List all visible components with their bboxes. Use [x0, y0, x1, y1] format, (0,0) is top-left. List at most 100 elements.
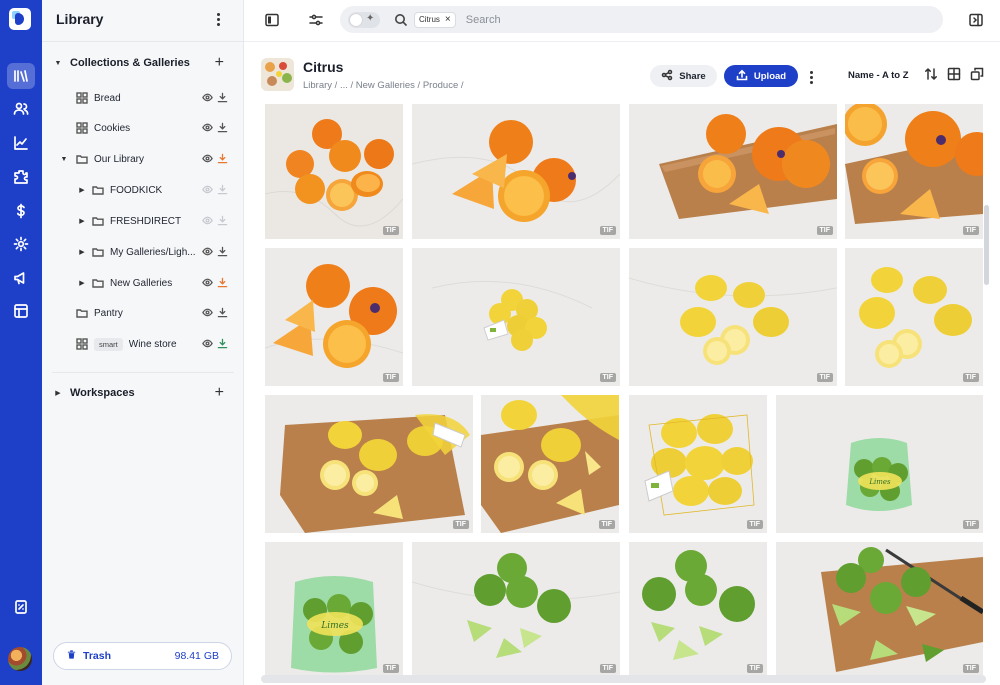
- asset-tile[interactable]: Limes TIF: [776, 395, 983, 533]
- asset-tile[interactable]: TIF: [629, 104, 837, 239]
- billing-nav-icon[interactable]: [7, 198, 35, 224]
- add-collection-plus-icon[interactable]: +: [215, 55, 224, 71]
- trash-button[interactable]: Trash 98.41 GB: [53, 642, 232, 670]
- search-input[interactable]: [465, 13, 766, 26]
- download-icon[interactable]: [217, 153, 228, 167]
- asset-tile[interactable]: TIF: [265, 104, 403, 239]
- users-nav-icon[interactable]: [7, 96, 35, 122]
- asset-tile[interactable]: TIF: [412, 248, 620, 386]
- chevron-right-icon[interactable]: ▶: [78, 248, 86, 256]
- chevron-down-icon[interactable]: ▼: [54, 60, 62, 67]
- chip-label: Citrus: [419, 15, 440, 24]
- chevron-right-icon[interactable]: ▶: [78, 279, 86, 287]
- top-bar: ✦ Citrus ×: [244, 0, 1000, 42]
- chevron-right-icon[interactable]: ▶: [54, 389, 62, 397]
- eye-icon[interactable]: [202, 153, 213, 167]
- user-avatar[interactable]: [8, 647, 32, 671]
- eye-icon[interactable]: [202, 338, 213, 352]
- eye-icon[interactable]: [202, 277, 213, 291]
- chevron-right-icon[interactable]: ▶: [78, 217, 86, 225]
- library-nav-icon[interactable]: [7, 63, 35, 89]
- download-icon[interactable]: [217, 338, 228, 352]
- details-panel-icon[interactable]: [968, 12, 984, 28]
- thumbnail-size-icon[interactable]: [970, 67, 986, 83]
- download-icon[interactable]: [217, 122, 228, 136]
- library-more-icon[interactable]: [212, 10, 224, 28]
- download-icon[interactable]: [217, 246, 228, 260]
- help-book-icon[interactable]: [7, 594, 35, 620]
- smart-badge: smart: [94, 337, 123, 351]
- grid-view-icon[interactable]: [947, 67, 963, 83]
- integrations-nav-icon[interactable]: [7, 164, 35, 190]
- divider: [42, 41, 244, 42]
- sidebar-item-cookies[interactable]: Cookies: [42, 118, 244, 138]
- sidebar-item-our-library[interactable]: ▼ Our Library: [42, 149, 244, 169]
- collections-section-header[interactable]: ▼ Collections & Galleries +: [42, 53, 244, 73]
- layout-nav-icon[interactable]: [7, 298, 35, 324]
- download-icon[interactable]: [217, 184, 228, 198]
- asset-tile[interactable]: TIF: [776, 542, 983, 677]
- download-icon[interactable]: [217, 215, 228, 229]
- eye-icon[interactable]: [202, 307, 213, 321]
- sort-dropdown[interactable]: Name - A to Z: [848, 70, 909, 81]
- asset-tile[interactable]: TIF: [412, 104, 620, 239]
- sort-direction-icon[interactable]: [924, 67, 940, 83]
- eye-icon[interactable]: [202, 122, 213, 136]
- asset-tile[interactable]: TIF: [265, 395, 473, 533]
- ai-search-toggle[interactable]: ✦: [348, 11, 380, 28]
- close-icon[interactable]: ×: [445, 14, 451, 25]
- sidebar-item-bread[interactable]: Bread: [42, 88, 244, 108]
- sidebar-item-wine-store[interactable]: smart Wine store: [42, 334, 244, 354]
- analytics-nav-icon[interactable]: [7, 130, 35, 156]
- sidebar-item-label: New Galleries: [110, 277, 173, 289]
- upload-button[interactable]: Upload: [724, 65, 798, 87]
- sidebar-item-my-galleries[interactable]: ▶ My Galleries/Ligh...: [42, 242, 244, 262]
- download-icon[interactable]: [217, 277, 228, 291]
- horizontal-scrollbar[interactable]: [261, 675, 986, 683]
- sidebar-item-label: Our Library: [94, 153, 145, 165]
- asset-tile[interactable]: TIF: [629, 542, 767, 677]
- sidebar-item-label: My Galleries/Ligh...: [110, 246, 196, 258]
- announcements-megaphone-icon[interactable]: [7, 265, 35, 291]
- search-filter-chip[interactable]: Citrus ×: [414, 11, 456, 28]
- sidebar-item-foodkick[interactable]: ▶ FOODKICK: [42, 180, 244, 200]
- more-options-icon[interactable]: [810, 68, 813, 84]
- asset-tile[interactable]: TIF: [265, 248, 403, 386]
- search-bar[interactable]: ✦ Citrus ×: [340, 6, 943, 33]
- collections-title: Collections & Galleries: [70, 57, 190, 69]
- app-logo[interactable]: [9, 8, 31, 30]
- eye-icon[interactable]: [202, 184, 213, 198]
- share-label: Share: [679, 70, 706, 82]
- asset-tile[interactable]: TIF: [845, 104, 983, 239]
- breadcrumb[interactable]: Library / ... / New Galleries / Produce …: [303, 80, 464, 91]
- asset-tile[interactable]: TIF: [845, 248, 983, 386]
- eye-icon[interactable]: [202, 246, 213, 260]
- settings-gear-icon[interactable]: [7, 231, 35, 257]
- sidebar-item-freshdirect[interactable]: ▶ FRESHDIRECT: [42, 211, 244, 231]
- asset-tile[interactable]: TIF: [412, 542, 620, 677]
- trash-size: 98.41 GB: [174, 650, 219, 662]
- file-type-badge: TIF: [452, 520, 469, 529]
- share-button[interactable]: Share: [650, 65, 717, 87]
- download-icon[interactable]: [217, 307, 228, 321]
- file-type-badge: TIF: [599, 664, 616, 673]
- folder-icon: [92, 184, 104, 196]
- asset-tile[interactable]: TIF: [481, 395, 619, 533]
- download-icon[interactable]: [217, 92, 228, 106]
- sidebar-item-new-galleries[interactable]: ▶ New Galleries: [42, 273, 244, 293]
- vertical-scrollbar[interactable]: [984, 205, 989, 285]
- asset-tile[interactable]: Limes TIF: [265, 542, 403, 677]
- add-workspace-plus-icon[interactable]: +: [215, 385, 224, 401]
- asset-tile[interactable]: TIF: [629, 248, 837, 386]
- filter-sliders-icon[interactable]: [308, 12, 324, 28]
- svg-text:Limes: Limes: [868, 478, 891, 486]
- asset-tile[interactable]: TIF: [629, 395, 767, 533]
- chevron-down-icon[interactable]: ▼: [60, 156, 68, 163]
- sidebar-item-pantry[interactable]: Pantry: [42, 303, 244, 323]
- eye-icon[interactable]: [202, 215, 213, 229]
- folder-icon: [92, 215, 104, 227]
- workspaces-section-header[interactable]: ▶ Workspaces +: [42, 383, 244, 403]
- toggle-sidebar-icon[interactable]: [264, 12, 280, 28]
- eye-icon[interactable]: [202, 92, 213, 106]
- chevron-right-icon[interactable]: ▶: [78, 186, 86, 194]
